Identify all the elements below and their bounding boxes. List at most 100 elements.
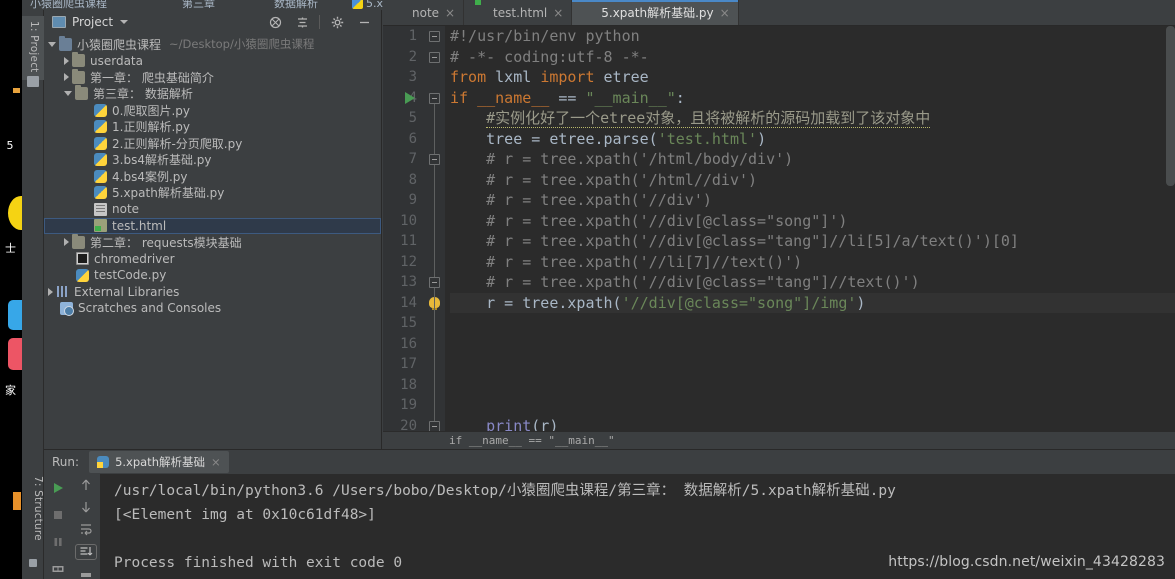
pause-button[interactable] [47,533,69,552]
editor-tab[interactable]: note × [383,0,465,25]
chrome-driver-icon [76,252,89,266]
code-fold-line [434,97,435,426]
tree-row[interactable]: 第一章： 爬虫基础简介 [44,68,381,86]
close-icon[interactable]: × [211,455,221,469]
tree-row[interactable]: test.html [44,217,381,234]
tree-row[interactable]: note [44,201,381,218]
code-line[interactable] [450,354,1175,375]
up-stack-button[interactable] [75,478,97,492]
code-line[interactable]: #实例化好了一个etree对象，且将被解析的源码加载到了该对象中 [450,108,1175,129]
editor-scrollbar[interactable] [1166,26,1175,186]
line-number: 15 [400,315,417,331]
tree-row[interactable]: External Libraries [44,284,381,301]
tree-row[interactable]: 1.正则解析.py [44,119,381,136]
stop-button[interactable] [47,505,69,524]
tree-row[interactable]: testCode.py [44,267,381,284]
hide-panel-icon[interactable] [351,10,377,34]
code-line[interactable]: r = tree.xpath('//div[@class="song"]/img… [450,292,1175,313]
expand-arrow-open-icon[interactable] [64,91,72,97]
code-fold-marker[interactable] [429,92,440,104]
tree-row-label: 1.正则解析.py [112,120,190,135]
expand-arrow-closed-icon[interactable] [48,287,53,296]
dock-icon-blue[interactable] [0,300,22,334]
code-line[interactable]: # r = tree.xpath('/html/body/div') [450,149,1175,170]
nav-crumb-folder[interactable]: 数据解析 [274,0,318,10]
print-button[interactable] [47,560,69,579]
expand-arrow-closed-icon[interactable] [64,73,69,82]
soft-wrap-button[interactable] [75,522,97,536]
collapse-all-icon[interactable] [262,10,288,34]
code-line[interactable]: # -*- coding:utf-8 -*- [450,47,1175,68]
code-content[interactable]: #!/usr/bin/env python # -*- coding:utf-8 … [445,26,1175,449]
tree-row[interactable]: chromedriver [44,251,381,268]
expand-arrow-open-icon[interactable] [48,41,56,47]
dock-icon-red[interactable] [0,338,22,374]
html-file-icon [94,219,107,233]
tree-row[interactable]: Scratches and Consoles [44,300,381,317]
tree-row-label: 第三章： 数据解析 [93,87,193,102]
watermark: https://blog.csdn.net/weixin_43428283 [888,554,1165,570]
code-fold-marker[interactable] [429,420,440,432]
code-fold-marker[interactable] [429,277,440,288]
code-fold-marker[interactable] [429,51,440,63]
code-line[interactable]: if __name__ == "__main__": [450,88,1175,109]
tool-window-tab-project[interactable]: 1: Project [22,16,44,81]
code-line[interactable] [450,395,1175,416]
expand-all-icon[interactable] [289,10,315,34]
code-line[interactable]: # r = tree.xpath('//div[@class="tang"]//… [450,272,1175,293]
chevron-down-icon[interactable] [120,20,129,24]
code-line[interactable] [450,334,1175,355]
dock-icon-orange-2[interactable] [0,492,22,514]
scroll-to-end-button[interactable] [75,544,97,560]
rerun-button[interactable] [47,478,69,497]
line-number: 12 [400,253,417,270]
editor-gutter[interactable]: 1 2 3 4 5 6 7 8 9 10 11 12 13 14 15 16 17 18 19 20 [383,26,445,449]
tree-row[interactable]: 小猿圈爬虫课程 ~/Desktop/小猿圈爬虫课程 [44,35,381,53]
tree-row[interactable]: 2.正则解析-分页爬取.py [44,135,381,152]
folder-src-icon [59,35,72,51]
code-line[interactable] [450,375,1175,396]
code-line[interactable]: tree = etree.parse('test.html') [450,129,1175,150]
expand-arrow-closed-icon[interactable] [64,238,69,247]
code-line[interactable]: # r = tree.xpath('//div[@class="song"]') [450,211,1175,232]
console-line: [<Element img at 0x10c61df48>] [114,507,376,523]
dock-icon-yellow[interactable] [0,196,22,236]
code-line[interactable] [450,313,1175,334]
clear-all-button[interactable] [75,568,97,579]
code-line[interactable]: from lxml import etree [450,67,1175,88]
code-line[interactable]: # r = tree.xpath('//div[@class="tang"]//… [450,231,1175,252]
code-fold-marker[interactable] [429,31,440,42]
down-stack-button[interactable] [75,500,97,514]
dock-icon-orange[interactable] [0,88,22,94]
close-icon[interactable]: × [720,6,730,20]
settings-gear-icon[interactable] [324,10,350,34]
editor-tab[interactable]: 5.xpath解析基础.py × [572,0,739,25]
tree-row[interactable]: 第二章： requests模块基础 [44,233,381,251]
tree-row[interactable]: userdata [44,52,381,70]
tree-row[interactable]: 第三章： 数据解析 [44,85,381,103]
close-icon[interactable]: × [553,6,563,20]
nav-crumb-project[interactable]: 小猿圈爬虫课程 [30,0,107,10]
code-fold-marker[interactable] [429,154,440,165]
close-icon[interactable]: × [445,6,455,20]
code-line[interactable]: #!/usr/bin/env python [450,26,1175,47]
folder-icon [72,233,85,249]
code-line[interactable]: # r = tree.xpath('/html//div') [450,170,1175,191]
expand-arrow-closed-icon[interactable] [64,56,69,65]
editor-tab[interactable]: test.html × [464,0,573,25]
run-config-tab[interactable]: 5.xpath解析基础 × [89,451,229,473]
editor-tab-bar: note × test.html × 5.xpath解析基础.py × [383,0,1175,26]
code-line[interactable]: # r = tree.xpath('//li[7]//text()') [450,252,1175,273]
code-line[interactable]: # r = tree.xpath('//div') [450,190,1175,211]
tool-window-tab-structure[interactable]: 7: Structure [22,476,44,541]
code-editor[interactable]: 1 2 3 4 5 6 7 8 9 10 11 12 13 14 15 16 17 18 19 20 #!/usr/b… [383,26,1175,449]
line-number: 17 [400,356,417,372]
nav-crumb-chapter[interactable]: 第三章 [182,0,215,10]
run-line-arrow-icon[interactable] [405,91,415,104]
tree-row[interactable]: 3.bs4解析基础.py [44,152,381,169]
tree-row-path: ~/Desktop/小猿圈爬虫课程 [169,37,315,52]
tree-row[interactable]: 0.爬取图片.py [44,102,381,119]
tree-row-label: testCode.py [94,268,167,283]
tree-row[interactable]: 4.bs4案例.py [44,168,381,185]
tree-row[interactable]: 5.xpath解析基础.py [44,185,381,202]
